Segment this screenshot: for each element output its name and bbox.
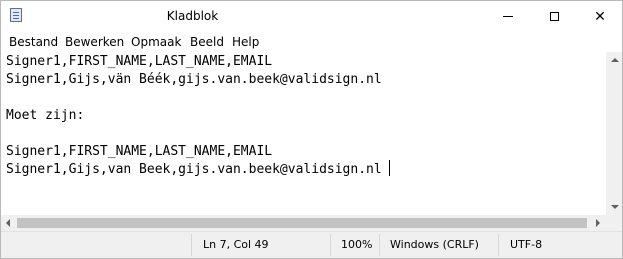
editor-line: Signer1,FIRST_NAME,LAST_NAME,EMAIL (6, 54, 273, 69)
close-icon: ✕ (594, 8, 606, 25)
scroll-left-icon[interactable] (6, 219, 10, 227)
menu-item-help[interactable]: Help (232, 35, 259, 49)
line-endings: Windows (CRLF) (390, 238, 479, 251)
menu-item-bewerken[interactable]: Bewerken (65, 35, 124, 49)
horizontal-scroll-thumb[interactable] (17, 218, 587, 228)
horizontal-scrollbar[interactable] (1, 215, 606, 231)
menu-item-beeld[interactable]: Beeld (190, 35, 224, 49)
status-bar: Ln 7, Col 49 100% Windows (CRLF) UTF-8 (1, 231, 622, 258)
maximize-icon (549, 12, 559, 21)
menu-item-bestand[interactable]: Bestand (9, 35, 58, 49)
status-divider (330, 234, 331, 256)
status-divider (498, 234, 499, 256)
encoding: UTF-8 (510, 238, 543, 251)
text-caret (389, 160, 390, 176)
editor-line: Signer1,Gijs,van Beek,gijs.van.beek@vali… (6, 162, 382, 177)
maximize-button[interactable] (531, 1, 577, 32)
editor-line: Moet zijn: (6, 108, 85, 123)
editor-line: Signer1,FIRST_NAME,LAST_NAME,EMAIL (6, 144, 273, 159)
menu-item-opmaak[interactable]: Opmaak (131, 35, 181, 49)
text-editor[interactable]: Signer1,FIRST_NAME,LAST_NAME,EMAIL Signe… (1, 52, 606, 215)
title-bar: Kladblok ✕ (1, 1, 622, 32)
scrollbar-corner (606, 215, 622, 231)
editor-line: Signer1,Gijs,vän Béék,gijs.van.beek@vali… (6, 72, 382, 87)
zoom-level: 100% (341, 238, 373, 251)
vertical-scrollbar[interactable] (606, 52, 622, 215)
scroll-up-icon[interactable] (611, 58, 619, 62)
minimize-button[interactable] (485, 1, 531, 32)
minimize-icon (503, 16, 513, 17)
status-divider (191, 234, 192, 256)
cursor-position: Ln 7, Col 49 (203, 238, 269, 251)
menu-bar: Bestand Bewerken Opmaak Beeld Help (1, 32, 622, 52)
scroll-down-icon[interactable] (611, 205, 619, 209)
close-button[interactable]: ✕ (577, 1, 622, 32)
status-divider (379, 234, 380, 256)
window-title: Kladblok (166, 9, 219, 23)
notepad-window: Kladblok ✕ Bestand Bewerken Opmaak Beeld… (0, 0, 623, 259)
scroll-right-icon[interactable] (596, 219, 600, 227)
